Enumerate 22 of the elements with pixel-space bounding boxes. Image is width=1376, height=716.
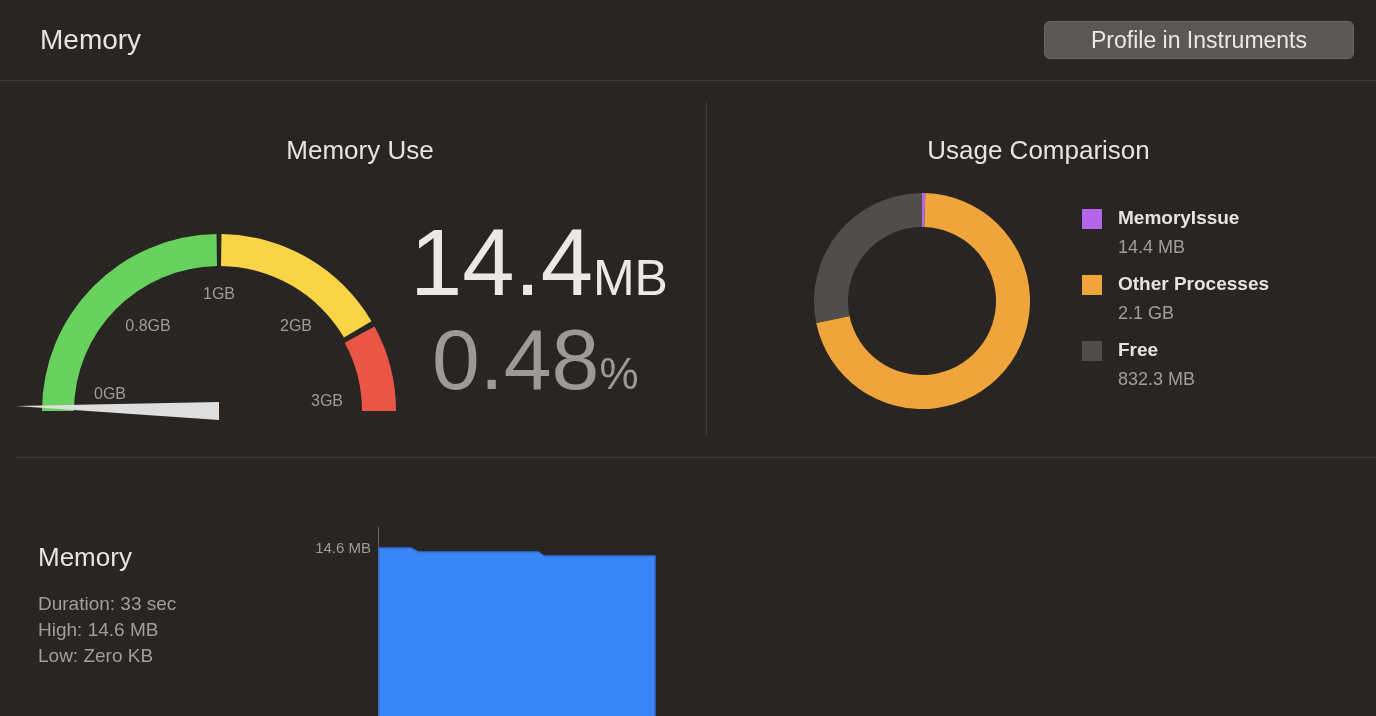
gauge-label: 0GB — [94, 385, 126, 402]
panel-title: Memory Use — [286, 134, 434, 167]
axis-label: 14.6 MB — [315, 538, 371, 557]
profile-button[interactable]: Profile in Instruments — [1044, 21, 1354, 59]
legend-name: Free — [1118, 338, 1160, 362]
legend-value: 832.3 MB — [1118, 368, 1196, 390]
panel-title: Usage Comparison — [927, 134, 1150, 167]
stat-text: Low: Zero KB — [38, 644, 155, 668]
gauge-label: 3GB — [311, 392, 343, 409]
stat-text: Duration: 33 sec — [38, 592, 178, 616]
legend-value: 2.1 GB — [1118, 302, 1176, 324]
gauge-label: 1GB — [203, 285, 235, 302]
section-title: Memory — [40, 23, 142, 57]
legend-name: MemoryIssue — [1118, 206, 1240, 230]
gauge-label: 0.8GB — [125, 317, 171, 334]
stat-text: High: 14.6 MB — [38, 618, 160, 642]
memory-value: 14.4MB — [410, 216, 668, 310]
legend-name: Other Processes — [1118, 272, 1270, 296]
gauge-label: 2GB — [280, 317, 312, 334]
memory-percent: 0.48% — [432, 316, 640, 402]
report-title: Memory — [38, 541, 133, 574]
legend-value: 14.4 MB — [1118, 236, 1187, 258]
